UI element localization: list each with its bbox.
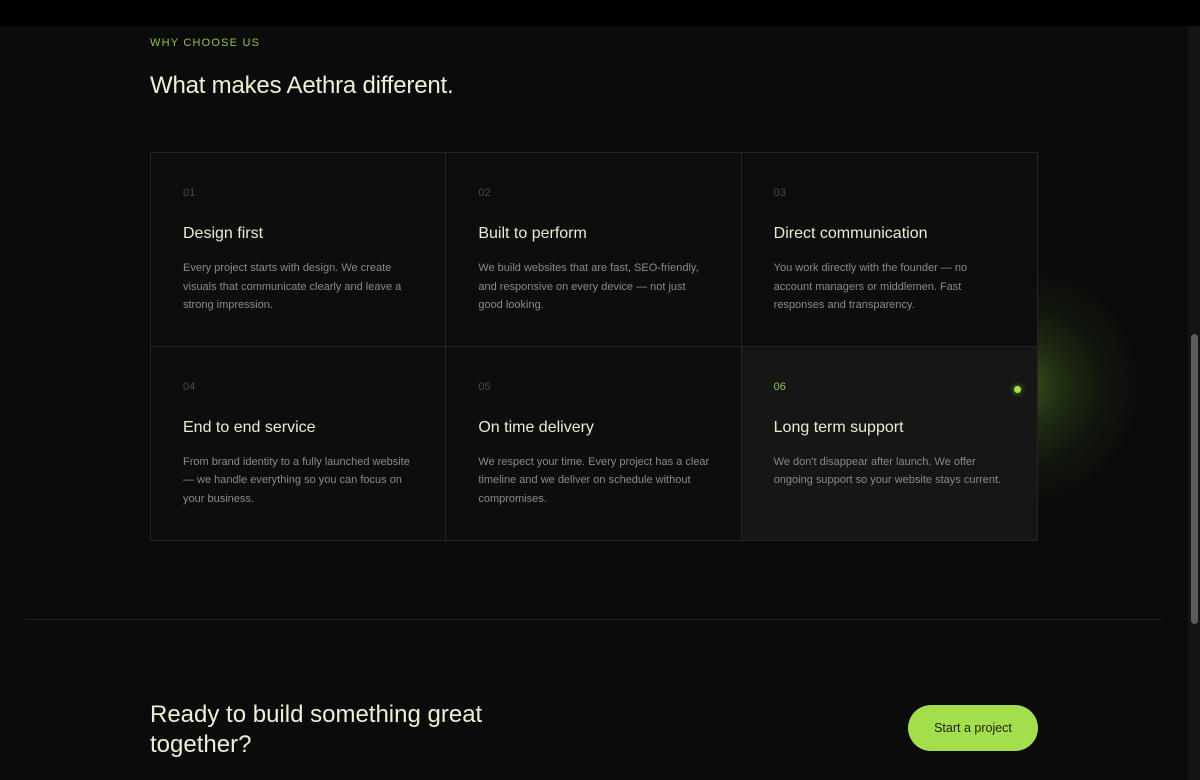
cursor-dot <box>1014 386 1021 393</box>
feature-title: End to end service <box>183 418 316 436</box>
feature-number: 06 <box>773 380 786 393</box>
feature-description: We build websites that are fast, SEO-fri… <box>478 262 699 311</box>
start-project-button[interactable]: Start a project <box>908 705 1038 751</box>
browser-top-bar <box>0 0 1200 26</box>
feature-description: You work directly with the founder — no … <box>773 262 968 311</box>
feature-number: 01 <box>183 187 196 199</box>
section-title: What makes Aethra different. <box>150 72 454 99</box>
feature-number: 02 <box>478 187 491 199</box>
feature-description: From brand identity to a fully launched … <box>183 455 410 505</box>
section-eyebrow: WHY CHOOSE US <box>150 37 261 49</box>
feature-card-design-first[interactable]: 01 Design first Every project starts wit… <box>151 153 447 347</box>
cta-heading: Ready to build something great together? <box>150 701 483 758</box>
feature-number: 05 <box>478 380 491 393</box>
features-grid: 01 Design first Every project starts wit… <box>150 152 1038 541</box>
section-divider <box>26 619 1162 620</box>
feature-title: Long term support <box>773 418 904 436</box>
feature-description: We don't disappear after launch. We offe… <box>773 455 1002 487</box>
feature-number: 04 <box>183 380 196 393</box>
feature-number: 03 <box>773 187 786 199</box>
feature-title: Built to perform <box>478 225 587 242</box>
feature-title: On time delivery <box>478 418 594 436</box>
feature-card-direct-communication[interactable]: 03 Direct communication You work directl… <box>741 153 1037 347</box>
feature-title: Design first <box>183 225 264 242</box>
feature-description: We respect your time. Every project has … <box>478 455 710 505</box>
feature-card-end-to-end-service[interactable]: 04 End to end service From brand identit… <box>151 346 447 540</box>
scrollbar-thumb[interactable] <box>1191 334 1198 624</box>
feature-card-long-term-support[interactable]: 06 Long term support We don't disappear … <box>741 346 1037 540</box>
feature-card-on-time-delivery[interactable]: 05 On time delivery We respect your time… <box>446 346 742 540</box>
feature-card-built-to-perform[interactable]: 02 Built to perform We build websites th… <box>446 153 742 347</box>
feature-description: Every project starts with design. We cre… <box>183 262 402 311</box>
page: WHY CHOOSE US What makes Aethra differen… <box>0 0 1200 780</box>
feature-title: Direct communication <box>773 225 928 242</box>
